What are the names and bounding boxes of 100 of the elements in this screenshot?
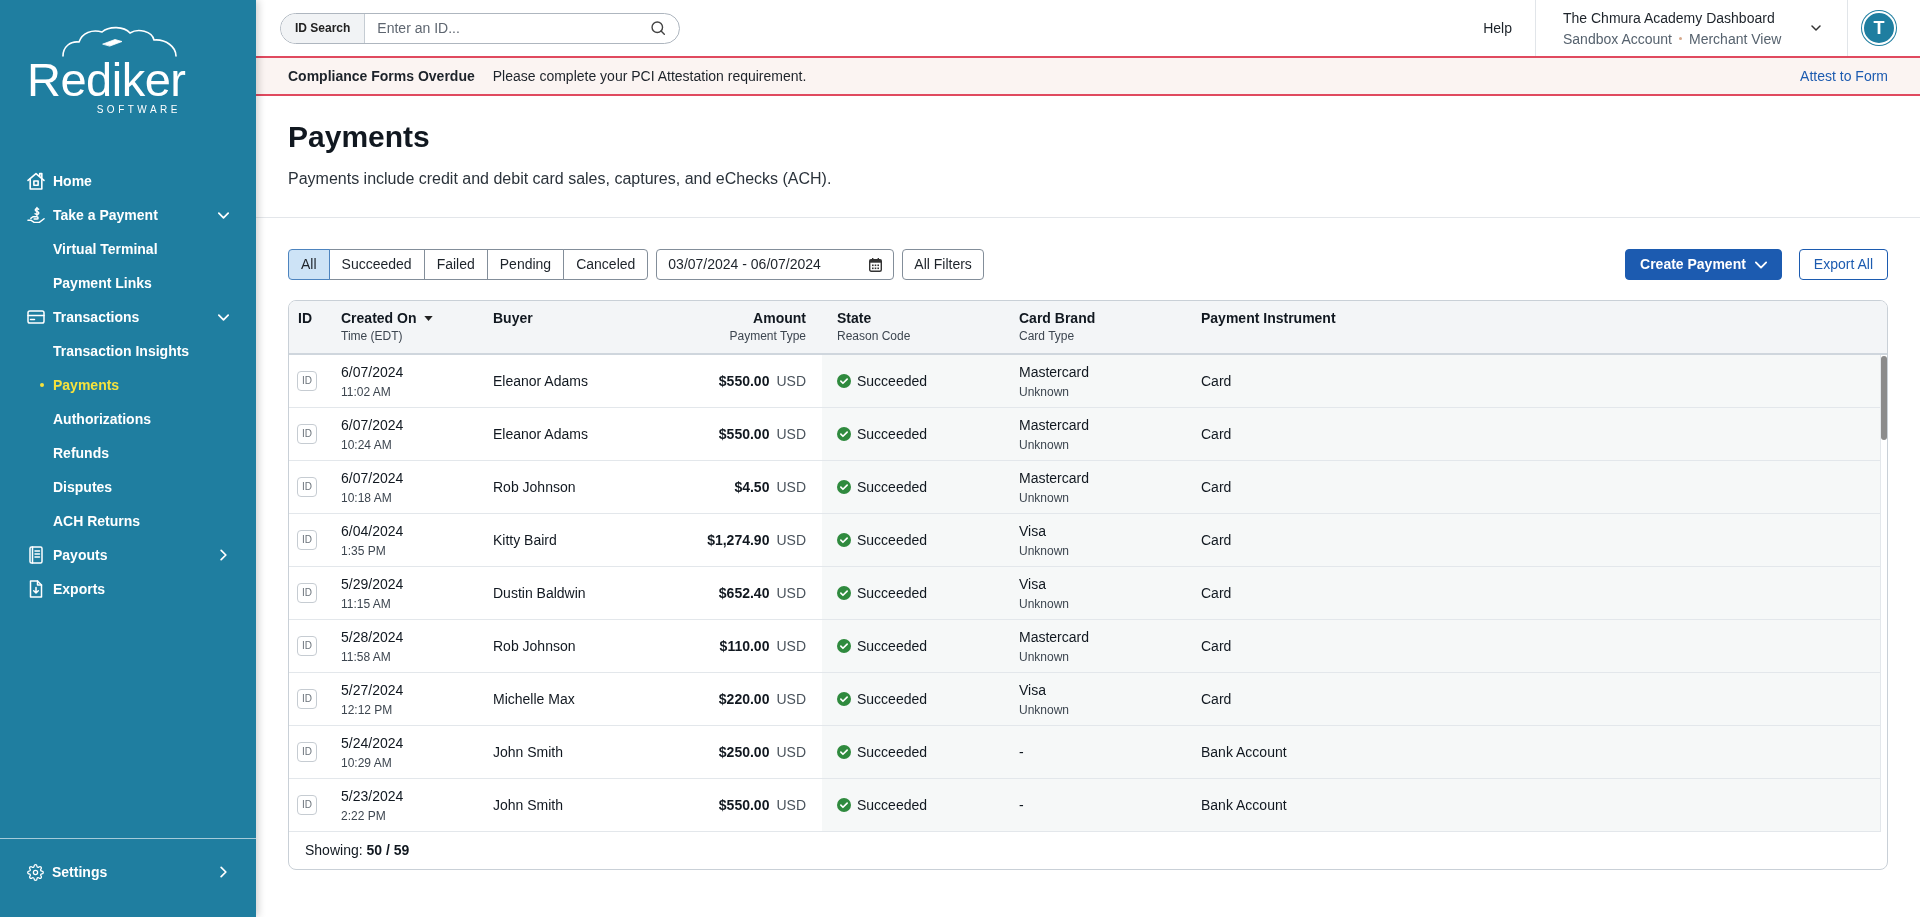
payment-instrument-cell: Card bbox=[1186, 408, 1880, 460]
amount-text: $1,274.90 bbox=[707, 530, 770, 550]
status-filter-tab[interactable]: Canceled bbox=[563, 249, 649, 280]
column-subtitle: Card Type bbox=[1019, 328, 1075, 344]
status-text: Succeeded bbox=[857, 583, 928, 603]
id-button[interactable]: ID bbox=[297, 583, 317, 603]
buyer-name: Michelle Max bbox=[493, 689, 575, 709]
help-link[interactable]: Help bbox=[1483, 17, 1512, 39]
buyer-name: Kitty Baird bbox=[493, 530, 557, 550]
card-type-text: Unknown bbox=[1019, 489, 1070, 506]
currency-text: USD bbox=[776, 477, 806, 497]
payment-instrument-cell: Card bbox=[1186, 461, 1880, 513]
nav-item[interactable]: Payouts bbox=[0, 538, 256, 572]
card-brand-text: Visa bbox=[1019, 680, 1046, 699]
all-filters-button[interactable]: All Filters bbox=[902, 249, 984, 280]
nav-item[interactable]: Payment Links bbox=[0, 266, 256, 300]
card-type-text: Unknown bbox=[1019, 701, 1070, 718]
check-circle-icon bbox=[837, 639, 851, 653]
status-text: Succeeded bbox=[857, 371, 928, 391]
card-brand-text: - bbox=[1019, 743, 1024, 761]
check-circle-icon bbox=[837, 586, 851, 600]
document-download-icon bbox=[27, 580, 45, 598]
time-text: 12:12 PM bbox=[341, 701, 393, 718]
chevron-down-icon bbox=[1811, 25, 1821, 31]
payment-instrument-cell: Bank Account bbox=[1186, 779, 1880, 831]
id-button[interactable]: ID bbox=[297, 424, 317, 444]
nav-item[interactable]: Settings bbox=[0, 855, 256, 889]
status-text: Succeeded bbox=[857, 424, 928, 444]
status-text: Succeeded bbox=[857, 795, 928, 815]
card-brand-text: Visa bbox=[1019, 521, 1046, 540]
nav-item[interactable]: Disputes bbox=[0, 470, 256, 504]
amount-text: $4.50 bbox=[734, 477, 770, 497]
check-circle-icon bbox=[837, 692, 851, 706]
card-type-text: Unknown bbox=[1019, 542, 1070, 559]
scrollbar-thumb[interactable] bbox=[1881, 356, 1887, 440]
id-button[interactable]: ID bbox=[297, 530, 317, 550]
account-title: The Chmura Academy Dashboard bbox=[1563, 8, 1775, 28]
time-text: 10:24 AM bbox=[341, 436, 392, 453]
check-circle-icon bbox=[837, 480, 851, 494]
buyer-name: Dustin Baldwin bbox=[493, 583, 586, 603]
status-filter-tab[interactable]: Pending bbox=[486, 249, 565, 280]
id-button[interactable]: ID bbox=[297, 742, 317, 762]
showing-count: Showing: 50 / 59 bbox=[305, 841, 410, 860]
column-title: State bbox=[837, 309, 872, 327]
nav-item[interactable]: Virtual Terminal bbox=[0, 232, 256, 266]
id-search-input[interactable]: Enter an ID... bbox=[365, 13, 651, 43]
card-brand-text: Mastercard bbox=[1019, 468, 1090, 487]
export-button[interactable]: Export All bbox=[1798, 249, 1888, 280]
date-text: 6/07/2024 bbox=[341, 415, 404, 434]
currency-text: USD bbox=[776, 424, 806, 444]
date-text: 6/07/2024 bbox=[341, 468, 404, 487]
date-range-field[interactable]: 03/07/2024 - 06/07/2024 bbox=[656, 249, 895, 280]
nav-item[interactable]: Exports bbox=[0, 572, 256, 606]
logo-tagline: SOFTWARE bbox=[96, 105, 181, 115]
home-icon bbox=[27, 172, 45, 190]
check-circle-icon bbox=[837, 745, 851, 759]
check-circle-icon bbox=[837, 798, 851, 812]
search-icon[interactable] bbox=[651, 21, 665, 35]
search-type-label: ID Search bbox=[281, 13, 366, 43]
nav-item[interactable]: Take a Payment bbox=[0, 198, 256, 232]
column-title[interactable]: Created On bbox=[341, 309, 417, 327]
card-brand-text: Visa bbox=[1019, 574, 1046, 593]
currency-text: USD bbox=[776, 530, 806, 550]
sort-descending-icon[interactable] bbox=[424, 315, 434, 321]
status-filter-tab[interactable]: Succeeded bbox=[328, 249, 425, 280]
attest-link[interactable]: Attest to Form bbox=[1800, 65, 1888, 87]
nav-item[interactable]: Home bbox=[0, 164, 256, 198]
nav-item[interactable]: Transaction Insights bbox=[0, 334, 256, 368]
payment-instrument-cell: Card bbox=[1186, 673, 1880, 725]
currency-text: USD bbox=[776, 583, 806, 603]
date-text: 5/23/2024 bbox=[341, 786, 404, 805]
cloud-logo-icon bbox=[62, 26, 177, 57]
buyer-name: John Smith bbox=[493, 795, 564, 815]
date-text: 5/27/2024 bbox=[341, 680, 404, 699]
id-button[interactable]: ID bbox=[297, 795, 317, 815]
amount-text: $652.40 bbox=[718, 583, 770, 603]
column-title: Amount bbox=[753, 309, 806, 327]
user-avatar[interactable]: T bbox=[1862, 11, 1896, 45]
status-filter-tab[interactable]: Failed bbox=[423, 249, 488, 280]
id-button[interactable]: ID bbox=[297, 636, 317, 656]
nav-item[interactable]: ACH Returns bbox=[0, 504, 256, 538]
nav-item[interactable]: Payments bbox=[0, 368, 256, 402]
column-subtitle: Time (EDT) bbox=[341, 328, 403, 344]
nav-item[interactable]: Authorizations bbox=[0, 402, 256, 436]
nav-item[interactable]: Refunds bbox=[0, 436, 256, 470]
column-title: Card Brand bbox=[1019, 309, 1096, 327]
amount-text: $220.00 bbox=[718, 689, 770, 709]
nav-item[interactable]: Transactions bbox=[0, 300, 256, 334]
id-button[interactable]: ID bbox=[297, 371, 317, 391]
payment-instrument-cell: Bank Account bbox=[1186, 726, 1880, 778]
amount-text: $550.00 bbox=[718, 424, 770, 444]
column-title: Buyer bbox=[493, 309, 533, 327]
id-button[interactable]: ID bbox=[297, 477, 317, 497]
create-payment-button[interactable]: Create Payment bbox=[1625, 249, 1782, 280]
status-filter-tab[interactable]: All bbox=[288, 249, 330, 280]
card-brand-text: Mastercard bbox=[1019, 362, 1090, 381]
buyer-name: Eleanor Adams bbox=[493, 371, 588, 391]
currency-text: USD bbox=[776, 742, 806, 762]
id-button[interactable]: ID bbox=[297, 689, 317, 709]
buyer-name: Rob Johnson bbox=[493, 636, 576, 656]
